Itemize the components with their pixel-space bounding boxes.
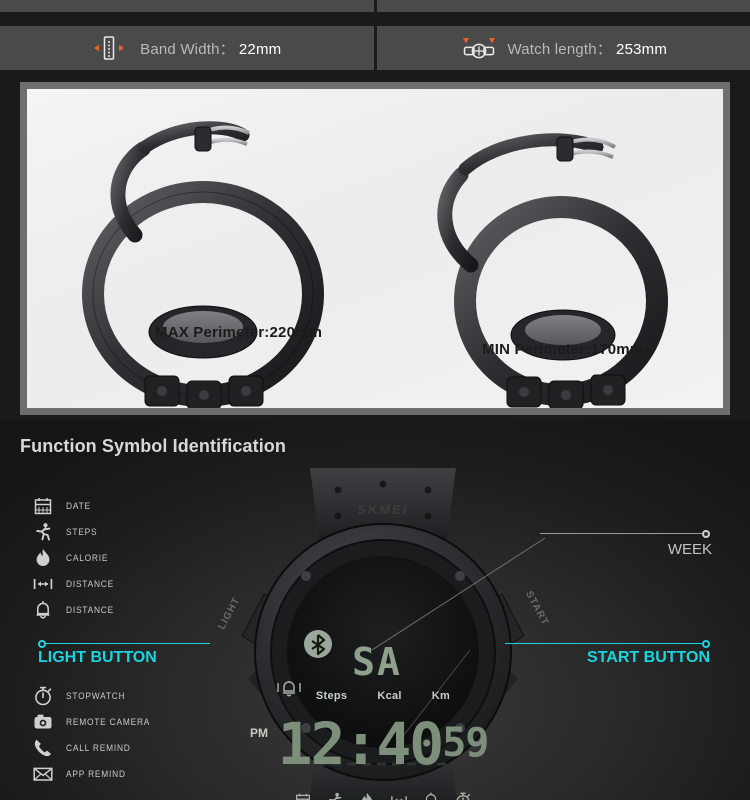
callout-line <box>42 643 210 644</box>
callout-label: WEEK <box>667 541 712 558</box>
spec-row <box>0 0 750 12</box>
lcd-hour-minute: 12:40 <box>277 710 445 778</box>
callout-line <box>505 643 703 644</box>
callout-dot <box>702 640 710 648</box>
bell-icon <box>423 792 440 800</box>
feature-label: REMOTE CAMERA <box>66 716 151 728</box>
feature-item-calorie: CALORIE <box>33 545 121 571</box>
spec-row: Band Width： 22mm Watch length： 253mm <box>0 26 750 70</box>
product-detail-page: Band Width： 22mm Watch length： 253mm MAX… <box>0 0 750 800</box>
lcd-bottom-icon-row <box>295 792 472 800</box>
watch-illustration: SKMEI SA Steps Kcal Km PM 12:40 59 LIGHT… <box>216 468 551 800</box>
callout-dot <box>38 640 46 648</box>
spec-label-watch-length: Watch length： 253mm <box>507 38 667 59</box>
lcd-unit-steps: Steps <box>315 690 348 702</box>
feature-item-steps: STEPS <box>33 519 121 545</box>
callout-label: LIGHT BUTTON <box>38 649 157 666</box>
feature-label: APP REMIND <box>66 768 126 780</box>
spec-cell <box>376 0 750 12</box>
runner-icon <box>33 522 53 542</box>
feature-label: DISTANCE <box>66 578 114 590</box>
spec-cell-watch-length: Watch length： 253mm <box>376 26 750 70</box>
distance-icon <box>391 792 408 800</box>
runner-icon <box>327 792 344 800</box>
watch-brand: SKMEI <box>356 502 410 517</box>
callout-line <box>540 533 704 534</box>
feature-label: CALORIE <box>66 552 109 564</box>
envelope-icon <box>33 764 53 784</box>
band-width-icon <box>92 33 126 63</box>
feature-label: CALL REMIND <box>66 742 131 754</box>
feature-item-remote-camera: REMOTE CAMERA <box>33 709 162 735</box>
min-perimeter-label: MIN Perimeter:170mm <box>482 341 644 358</box>
lcd-seconds: 59 <box>442 720 489 766</box>
feature-list-upper: DATE STEPS CALORIE DISTANCE DISTANCE <box>33 493 121 623</box>
calendar-icon <box>33 496 53 516</box>
strap-perimeter-panel: MAX Perimeter:220mm MIN Perimeter:170mm <box>20 82 730 415</box>
lcd-unit-row: Steps Kcal Km <box>316 690 450 702</box>
lcd-unit-km: Km <box>431 690 451 702</box>
lcd-time-display: 12:40 59 <box>277 710 490 778</box>
spec-key: Watch length： <box>507 40 613 58</box>
spec-key: Band Width： <box>140 40 235 58</box>
flame-icon <box>359 792 376 800</box>
strap-illustration-max <box>82 121 324 408</box>
calendar-icon <box>295 792 312 800</box>
feature-item-alarm: DISTANCE <box>33 597 121 623</box>
phone-icon <box>33 738 53 758</box>
feature-label: DISTANCE <box>66 604 114 616</box>
function-symbol-section: Function Symbol Identification SKMEI SA … <box>0 420 750 800</box>
strap-perimeter-image: MAX Perimeter:220mm MIN Perimeter:170mm <box>27 89 723 408</box>
flame-icon <box>33 548 53 568</box>
spec-value: 253mm <box>616 40 668 58</box>
feature-item-date: DATE <box>33 493 121 519</box>
feature-list-lower: STOPWATCH REMOTE CAMERA CALL REMIND APP … <box>33 683 162 787</box>
max-perimeter-label: MAX Perimeter:220mm <box>155 324 323 341</box>
feature-item-app-remind: APP REMIND <box>33 761 162 787</box>
spec-cell <box>0 0 374 12</box>
spec-value: 22mm <box>238 40 282 58</box>
lcd-meridiem: PM <box>250 726 268 740</box>
callout-dot <box>702 530 710 538</box>
stopwatch-icon <box>455 792 472 800</box>
lcd-unit-kcal: Kcal <box>377 690 402 702</box>
bell-icon <box>33 600 53 620</box>
spec-table: Band Width： 22mm Watch length： 253mm <box>0 0 750 73</box>
feature-label: STOPWATCH <box>66 690 126 702</box>
distance-icon <box>33 574 53 594</box>
section-title: Function Symbol Identification <box>20 436 286 456</box>
feature-label: STEPS <box>66 526 98 538</box>
lcd-week-value: SA <box>352 640 402 684</box>
feature-item-call-remind: CALL REMIND <box>33 735 162 761</box>
watch-length-icon <box>459 33 496 63</box>
stopwatch-icon <box>33 686 53 706</box>
callout-label: START BUTTON <box>587 649 710 666</box>
camera-icon <box>33 712 53 732</box>
strap-illustration-min <box>437 133 668 408</box>
feature-label: DATE <box>66 500 91 512</box>
feature-item-stopwatch: STOPWATCH <box>33 683 162 709</box>
feature-item-distance: DISTANCE <box>33 571 121 597</box>
spec-label-band-width: Band Width： 22mm <box>140 38 281 59</box>
bluetooth-icon <box>304 630 332 658</box>
spec-cell-band-width: Band Width： 22mm <box>0 26 374 70</box>
